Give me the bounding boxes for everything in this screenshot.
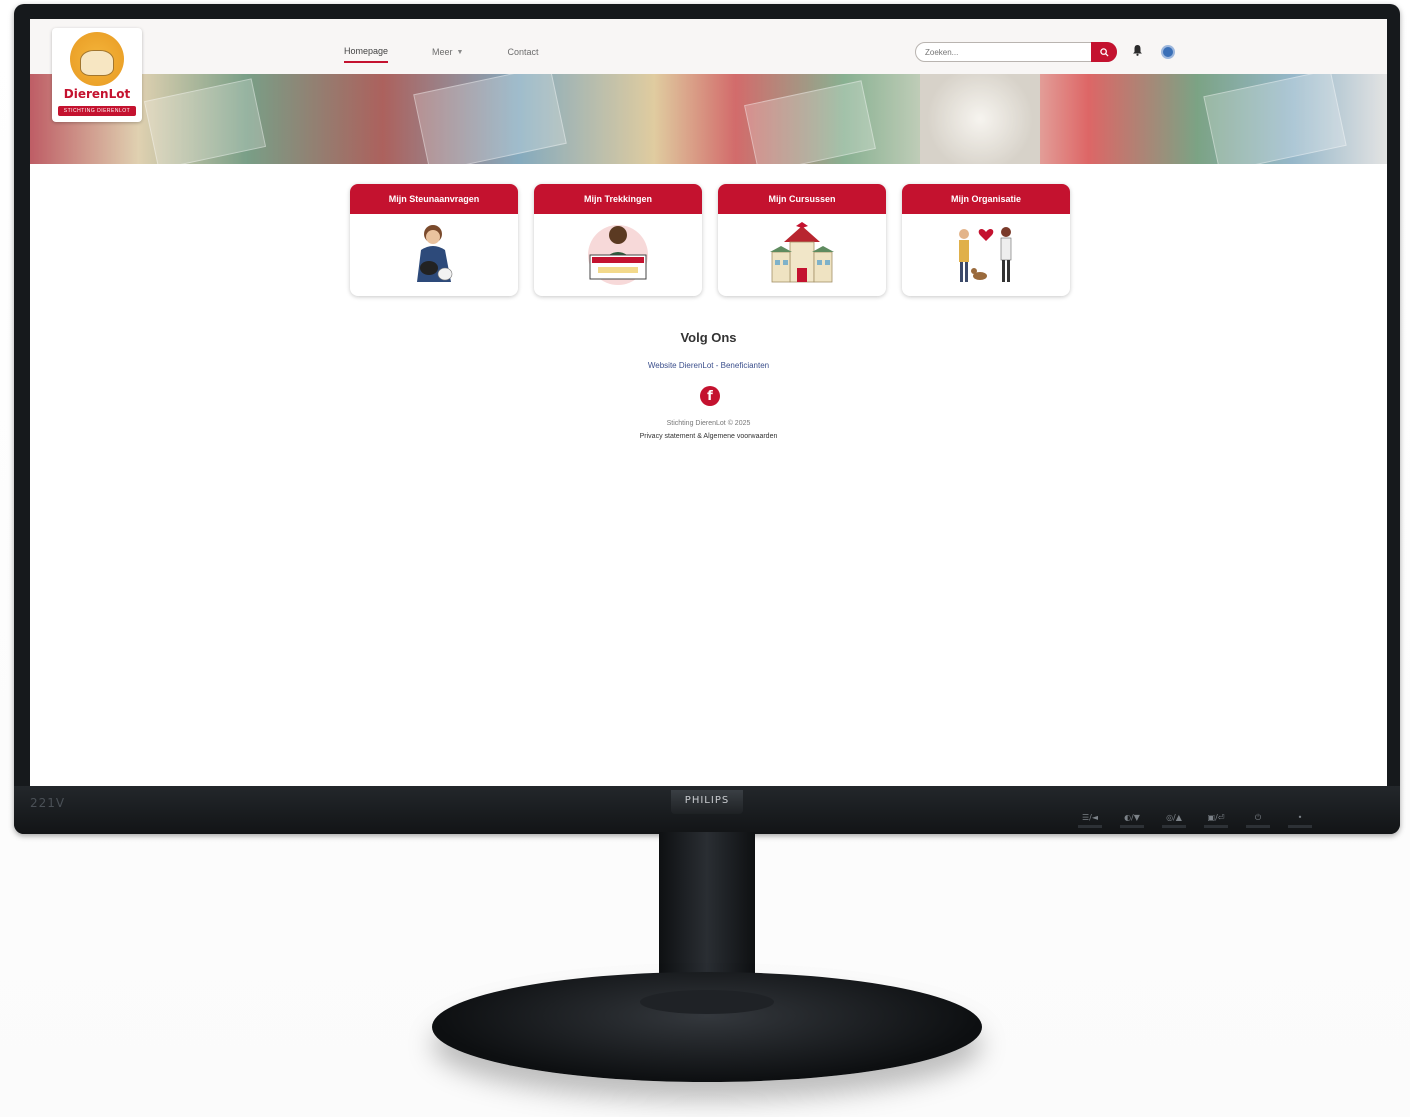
user-avatar-icon[interactable] [1161, 45, 1175, 59]
logo-name: DierenLot [63, 87, 131, 101]
copyright-text: Stichting DierenLot © 2025 [666, 420, 751, 427]
winner-cheque-illustration [534, 214, 702, 296]
tile-title: Mijn Organisatie [902, 184, 1070, 214]
tile-steunaanvragen[interactable]: Mijn Steunaanvragen [350, 184, 518, 296]
brand-logo: PHILIPS [684, 795, 730, 806]
person-with-pets-illustration [350, 214, 518, 296]
monitor-base-ring [640, 990, 774, 1014]
follow-us-heading: Volg Ons [680, 330, 737, 345]
bell-icon[interactable] [1132, 44, 1144, 58]
logo-tag: STICHTING DIERENLOT [58, 106, 136, 116]
tile-title: Mijn Trekkingen [534, 184, 702, 214]
website-link[interactable]: Website DierenLot - Beneficianten [30, 361, 1387, 370]
enter-button-icon[interactable]: ▣/⏎ [1204, 813, 1228, 828]
power-led-icon: • [1288, 813, 1312, 828]
nav-meer[interactable]: Meer ▼ [432, 46, 463, 63]
screen: Homepage Meer ▼ Contact Zoeken... Dieren… [30, 19, 1387, 788]
hero-banner [30, 74, 1387, 164]
school-building-illustration [718, 214, 886, 296]
top-navigation-bar: Homepage Meer ▼ Contact [30, 19, 1387, 74]
chevron-down-icon: ▼ [456, 48, 464, 56]
logo-dog-icon [80, 50, 114, 76]
tile-cursussen[interactable]: Mijn Cursussen [718, 184, 886, 296]
input-button-icon[interactable]: ◎/▲ [1162, 813, 1186, 828]
main-nav: Homepage Meer ▼ Contact [344, 46, 539, 63]
tile-trekkingen[interactable]: Mijn Trekkingen [534, 184, 702, 296]
banner-overlay [30, 74, 1387, 164]
nav-homepage-label: Homepage [344, 46, 389, 56]
tile-title: Mijn Steunaanvragen [350, 184, 518, 214]
nav-contact-label: Contact [507, 47, 539, 57]
search-icon [1099, 47, 1109, 57]
dashboard-tiles: Mijn Steunaanvragen Mijn Trekkingen Mijn… [350, 184, 1070, 296]
model-label: 221V [30, 796, 66, 810]
brightness-button-icon[interactable]: ◐/▼ [1120, 813, 1144, 828]
people-heart-dog-illustration [902, 214, 1070, 296]
dierenlot-logo[interactable]: DierenLot STICHTING DIERENLOT [52, 28, 142, 122]
monitor-base [432, 972, 982, 1082]
search-input[interactable] [916, 47, 1088, 57]
search-button[interactable] [1091, 42, 1117, 62]
facebook-icon[interactable]: f [700, 386, 720, 406]
nav-homepage[interactable]: Homepage [344, 46, 389, 63]
power-button-icon[interactable]: ⏻ [1246, 813, 1270, 828]
nav-meer-label: Meer [432, 47, 453, 57]
menu-button-icon[interactable]: ☰/◄ [1078, 813, 1102, 828]
tile-organisatie[interactable]: Mijn Organisatie [902, 184, 1070, 296]
photo-stage: Homepage Meer ▼ Contact Zoeken... Dieren… [0, 0, 1410, 1117]
monitor-controls: ☰/◄ ◐/▼ ◎/▲ ▣/⏎ ⏻ • [1078, 813, 1312, 828]
tile-title: Mijn Cursussen [718, 184, 886, 214]
nav-contact[interactable]: Contact [507, 46, 538, 63]
search-box [915, 42, 1117, 62]
privacy-link[interactable]: Privacy statement & Algemene voorwaarden [30, 433, 1387, 440]
